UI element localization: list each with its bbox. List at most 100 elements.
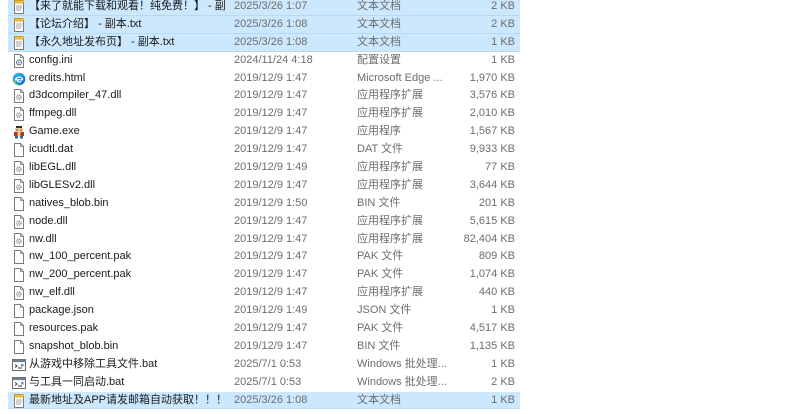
edge-icon (12, 72, 26, 86)
text-file-icon (12, 0, 26, 14)
file-row[interactable]: natives_blob.bin 2019/12/9 1:50 BIN 文件 201 … (0, 195, 800, 213)
file-size: 809 KB (478, 250, 515, 263)
file-date-modified: 2025/7/1 0:53 (234, 375, 302, 388)
file-date-modified: 2025/7/1 0:53 (234, 357, 302, 370)
blank-file-icon (12, 143, 26, 158)
file-size: 9,933 KB (469, 143, 515, 156)
file-type: Windows 批处理... (357, 357, 447, 370)
file-name: d3dcompiler_47.dll (29, 89, 122, 102)
file-type: 文本文档 (357, 35, 401, 48)
file-date-modified: 2019/12/9 1:47 (234, 71, 308, 84)
file-name: nw.dll (29, 232, 57, 245)
file-name: 从游戏中移除工具文件.bat (29, 357, 158, 370)
file-size: 201 KB (478, 196, 515, 209)
file-date-modified: 2019/12/9 1:47 (234, 125, 308, 138)
file-size: 1,074 KB (469, 268, 515, 281)
file-row[interactable]: d3dcompiler_47.dll 2019/12/9 1:47 应用程序扩展 3,… (0, 87, 800, 105)
dll-file-icon (12, 161, 26, 176)
file-row[interactable]: libGLESv2.dll 2019/12/9 1:47 应用程序扩展 3,644 K… (0, 177, 800, 195)
file-row[interactable]: credits.html 2019/12/9 1:47 Microsoft Edge… (0, 70, 800, 88)
file-row[interactable]: ffmpeg.dll 2019/12/9 1:47 应用程序扩展 2,010 KB (0, 105, 800, 123)
file-type: 文本文档 (357, 393, 401, 406)
file-row[interactable]: 与工具一同启动.bat 2025/7/1 0:53 Windows 批处理... 2 … (0, 374, 800, 392)
file-type: 应用程序 (357, 125, 401, 138)
file-type: DAT 文件 (357, 143, 404, 156)
file-row[interactable]: nw.dll 2019/12/9 1:47 应用程序扩展 82,404 KB (0, 231, 800, 249)
file-name: node.dll (29, 214, 68, 227)
file-date-modified: 2019/12/9 1:47 (234, 339, 308, 352)
file-type: PAK 文件 (357, 268, 404, 281)
file-date-modified: 2025/3/26 1:08 (234, 393, 308, 406)
file-size: 1,970 KB (469, 71, 515, 84)
file-name: resources.pak (29, 322, 99, 335)
dll-file-icon (12, 214, 26, 229)
file-name: 【来了就能下载和观看！纯免费！】 - 副... (29, 0, 225, 12)
file-date-modified: 2019/12/9 1:47 (234, 286, 308, 299)
file-date-modified: 2025/3/26 1:08 (234, 35, 308, 48)
file-type: 配置设置 (357, 53, 401, 66)
file-row[interactable]: icudtl.dat 2019/12/9 1:47 DAT 文件 9,933 KB (0, 141, 800, 159)
text-file-icon (12, 35, 26, 50)
file-row[interactable]: resources.pak 2019/12/9 1:47 PAK 文件 4,517 K… (0, 320, 800, 338)
file-size: 3,644 KB (469, 178, 515, 191)
file-date-modified: 2019/12/9 1:47 (234, 214, 308, 227)
file-size: 5,615 KB (469, 214, 515, 227)
file-type: JSON 文件 (357, 304, 412, 317)
file-row[interactable]: snapshot_blob.bin 2019/12/9 1:47 BIN 文件 1,1… (0, 338, 800, 356)
file-row[interactable]: 【论坛介绍】 - 副本.txt 2025/3/26 1:08 文本文档 2 KB (0, 15, 800, 34)
blank-file-icon (12, 304, 26, 319)
dll-file-icon (12, 107, 26, 122)
file-name: Game.exe (29, 125, 80, 138)
file-row[interactable]: config.ini 2024/11/24 4:18 配置设置 1 KB (0, 52, 800, 70)
file-name: 【永久地址发布页】 - 副本.txt (29, 35, 175, 48)
file-row[interactable]: 【来了就能下载和观看！纯免费！】 - 副... 2025/3/26 1:07 文本文… (0, 0, 800, 16)
file-name: icudtl.dat (29, 143, 74, 156)
dll-file-icon (12, 232, 26, 247)
file-size: 1 KB (491, 53, 515, 66)
file-type: 应用程序扩展 (357, 178, 423, 191)
file-row[interactable]: package.json 2019/12/9 1:49 JSON 文件 1 KB (0, 302, 800, 320)
file-size: 1 KB (491, 304, 515, 317)
file-name: credits.html (29, 71, 86, 84)
file-name: natives_blob.bin (29, 196, 109, 209)
file-size: 1,567 KB (469, 125, 515, 138)
file-row[interactable]: 从游戏中移除工具文件.bat 2025/7/1 0:53 Windows 批处理..… (0, 356, 800, 374)
file-date-modified: 2019/12/9 1:50 (234, 196, 308, 209)
file-row[interactable]: 【永久地址发布页】 - 副本.txt 2025/3/26 1:08 文本文档 1 KB (0, 33, 800, 52)
file-row[interactable]: libEGL.dll 2019/12/9 1:49 应用程序扩展 77 KB (0, 159, 800, 177)
batch-file-icon (12, 376, 26, 390)
file-size: 2,010 KB (469, 107, 515, 120)
file-row[interactable]: node.dll 2019/12/9 1:47 应用程序扩展 5,615 KB (0, 213, 800, 231)
file-size: 2 KB (491, 17, 515, 30)
file-name: nw_elf.dll (29, 286, 75, 299)
file-date-modified: 2019/12/9 1:47 (234, 143, 308, 156)
file-type: 应用程序扩展 (357, 286, 423, 299)
text-file-icon (12, 17, 26, 32)
file-row[interactable]: nw_200_percent.pak 2019/12/9 1:47 PAK 文件 1,… (0, 266, 800, 284)
file-date-modified: 2025/3/26 1:07 (234, 0, 308, 12)
dll-file-icon (12, 178, 26, 193)
file-type: 应用程序扩展 (357, 232, 423, 245)
file-type: BIN 文件 (357, 339, 401, 352)
file-row[interactable]: Game.exe 2019/12/9 1:47 应用程序 1,567 KB (0, 123, 800, 141)
file-name: 【论坛介绍】 - 副本.txt (29, 17, 142, 30)
file-name: libEGL.dll (29, 161, 77, 174)
file-name: ffmpeg.dll (29, 107, 77, 120)
blank-file-icon (12, 250, 26, 265)
file-type: BIN 文件 (357, 196, 401, 209)
text-file-icon (12, 393, 26, 408)
batch-file-icon (12, 358, 26, 372)
file-row[interactable]: nw_100_percent.pak 2019/12/9 1:47 PAK 文件 80… (0, 248, 800, 266)
file-type: PAK 文件 (357, 322, 404, 335)
file-name: package.json (29, 304, 94, 317)
file-date-modified: 2019/12/9 1:49 (234, 161, 308, 174)
file-row[interactable]: 最新地址及APP请发邮箱自动获取！！！... 2025/3/26 1:08 文本文档… (0, 391, 800, 410)
file-list: 【来了就能下载和观看！纯免费！】 - 副... 2025/3/26 1:07 文本文… (0, 0, 800, 410)
file-type: 应用程序扩展 (357, 214, 423, 227)
blank-file-icon (12, 322, 26, 337)
file-type: 应用程序扩展 (357, 89, 423, 102)
blank-file-icon (12, 339, 26, 354)
file-date-modified: 2024/11/24 4:18 (234, 53, 313, 66)
file-size: 4,517 KB (469, 322, 515, 335)
file-row[interactable]: nw_elf.dll 2019/12/9 1:47 应用程序扩展 440 KB (0, 284, 800, 302)
